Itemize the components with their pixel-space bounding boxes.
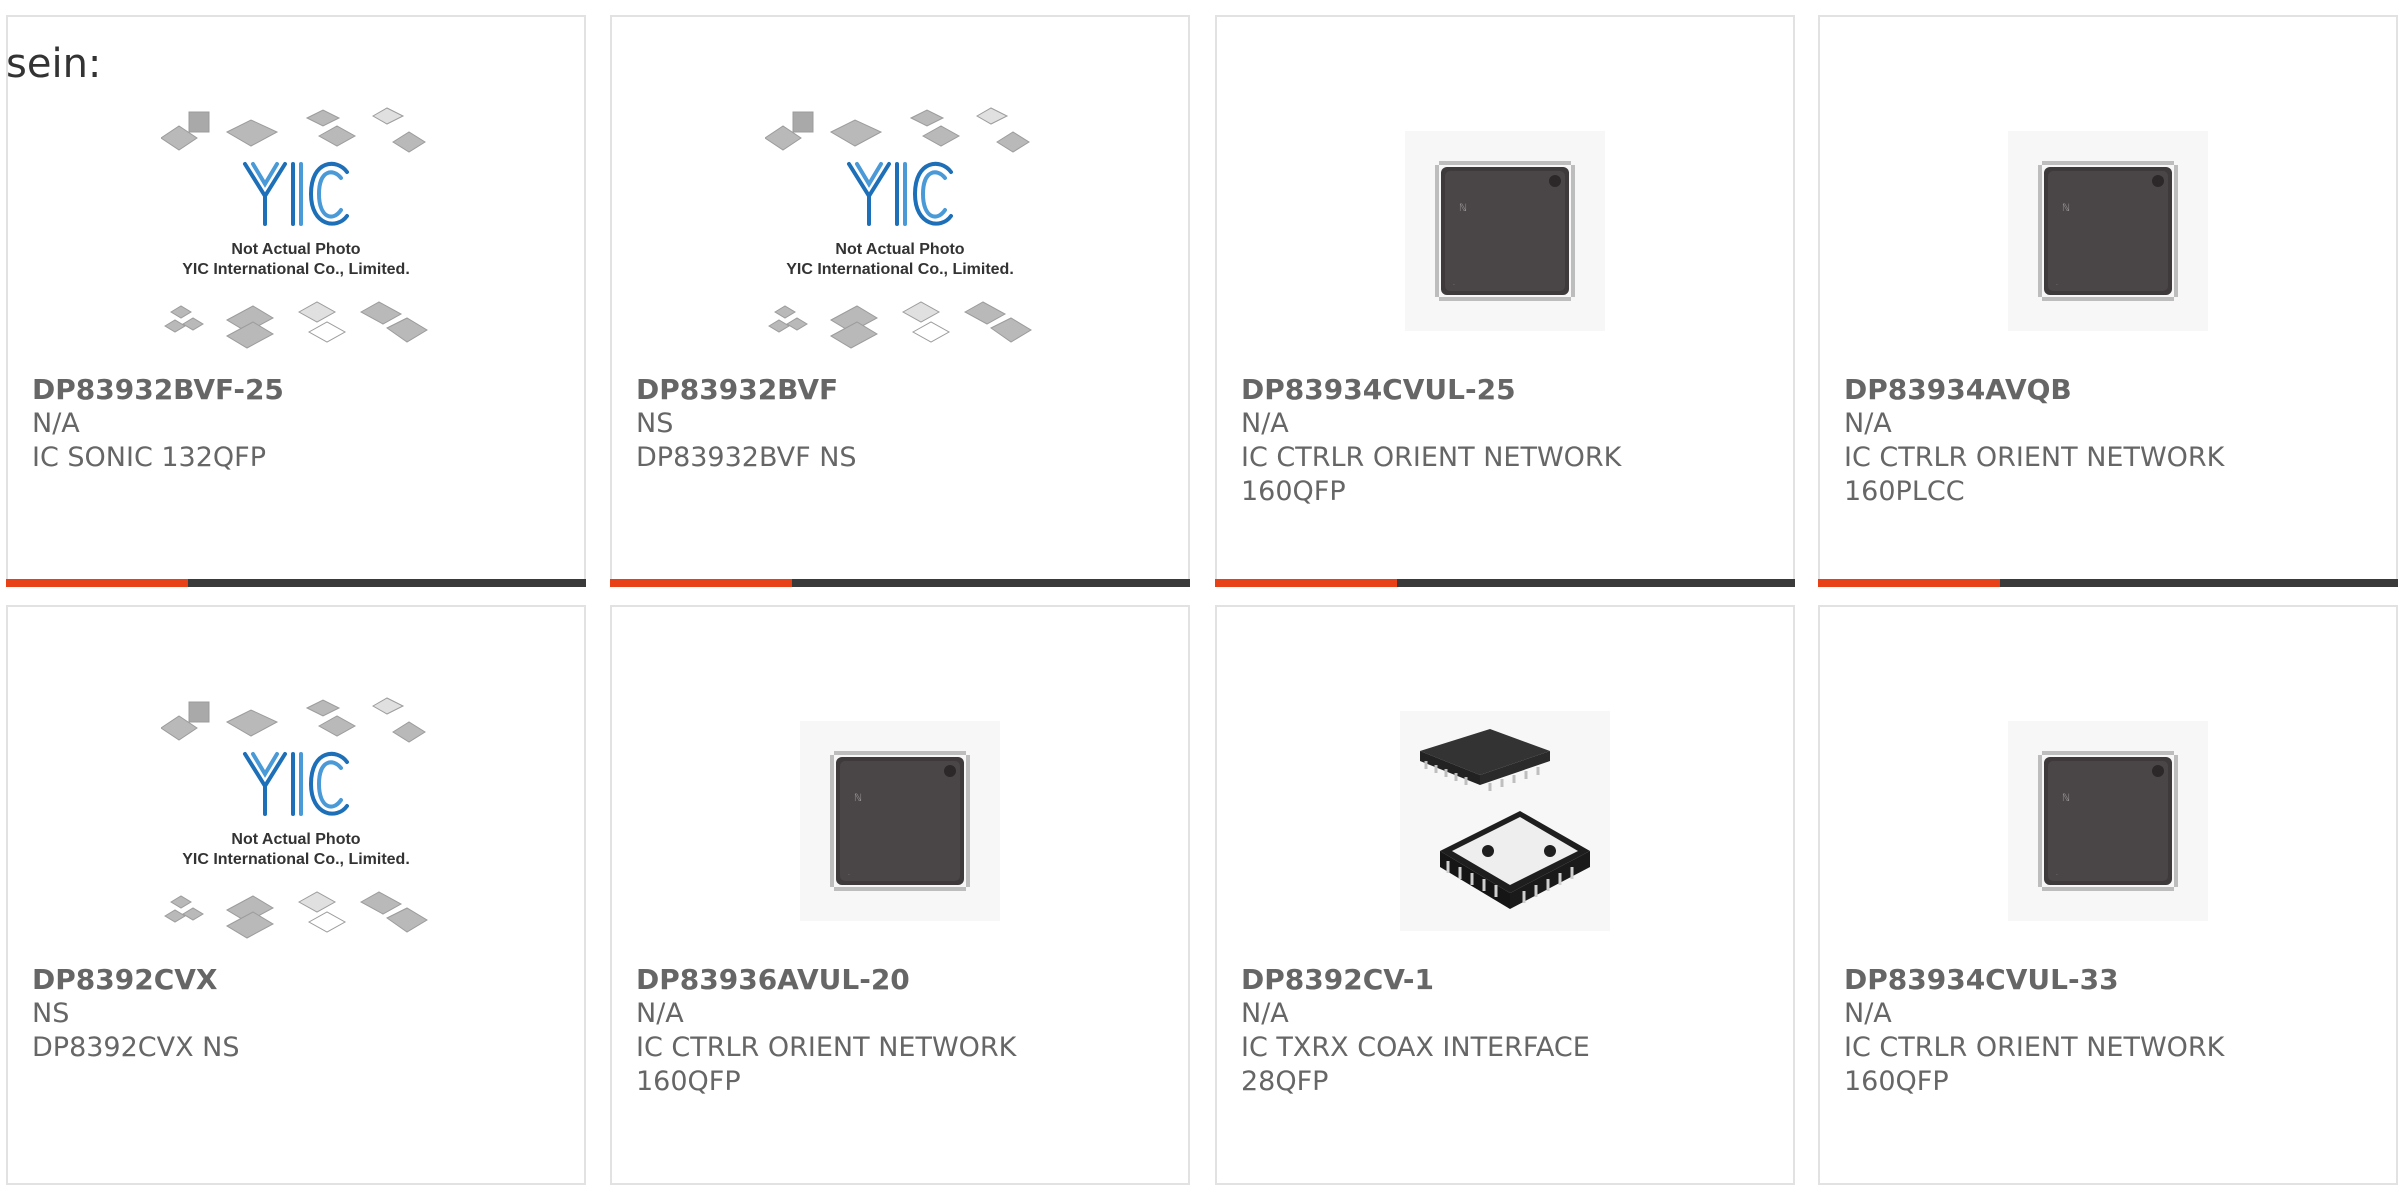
- description-label: DP8392CVX NS: [32, 1032, 240, 1063]
- part-number-link[interactable]: DP83932BVF-25: [32, 373, 564, 407]
- product-card[interactable]: ℕ · DP83936AVUL-20 N/A IC CTRLR ORIENT NET…: [610, 605, 1190, 1185]
- product-card[interactable]: ℕ · DP83934AVQB N/A IC CTRLR ORIENT NETWOR…: [1818, 15, 2398, 587]
- card-accent-bar: [1215, 579, 1397, 587]
- product-info: DP83932BVF NS DP83932BVF NS: [636, 373, 1168, 475]
- placeholder-caption-line1: Not Actual Photo: [231, 241, 360, 258]
- product-info: DP83934AVQB N/A IC CTRLR ORIENT NETWORK 16…: [1844, 373, 2376, 509]
- manufacturer-label: N/A: [636, 998, 684, 1029]
- manufacturer-label: N/A: [1241, 408, 1289, 439]
- part-number-link[interactable]: DP83934CVUL-33: [1844, 963, 2376, 997]
- manufacturer-label: NS: [636, 408, 674, 439]
- manufacturer-label: N/A: [1844, 998, 1892, 1029]
- card-bottom-bar: [1215, 579, 1795, 587]
- placeholder-logo-icon[interactable]: Not Actual Photo YIC International Co., …: [8, 687, 584, 955]
- svg-text:·: ·: [2056, 872, 2058, 879]
- svg-text:·: ·: [848, 872, 850, 879]
- part-number-link[interactable]: DP83934CVUL-25: [1241, 373, 1773, 407]
- manufacturer-label: N/A: [1241, 998, 1289, 1029]
- placeholder-caption-line1: Not Actual Photo: [835, 241, 964, 258]
- qfp-chip-icon[interactable]: ℕ ·: [612, 687, 1188, 955]
- svg-text:·: ·: [2056, 282, 2058, 289]
- product-card[interactable]: ℕ · DP83934CVUL-25 N/A IC CTRLR ORIENT NET…: [1215, 15, 1795, 587]
- description-label: IC TXRX COAX INTERFACE 28QFP: [1241, 1032, 1590, 1097]
- manufacturer-label: NS: [32, 998, 70, 1029]
- product-card[interactable]: Not Actual Photo YIC International Co., …: [6, 605, 586, 1185]
- product-card[interactable]: ℕ · DP83934CVUL-33 N/A IC CTRLR ORIENT NET…: [1818, 605, 2398, 1185]
- description-label: IC CTRLR ORIENT NETWORK 160QFP: [636, 1032, 1017, 1097]
- product-card[interactable]: Not Actual Photo YIC International Co., …: [610, 15, 1190, 587]
- card-accent-bar: [610, 579, 792, 587]
- part-number-link[interactable]: DP83932BVF: [636, 373, 1168, 407]
- description-label: IC CTRLR ORIENT NETWORK 160QFP: [1241, 442, 1622, 507]
- part-number-link[interactable]: DP8392CV-1: [1241, 963, 1773, 997]
- card-accent-bar: [1818, 579, 2000, 587]
- plcc-chip-icon[interactable]: [1217, 687, 1793, 955]
- svg-text:ℕ: ℕ: [2062, 793, 2070, 804]
- intro-text: sein:: [6, 41, 102, 87]
- qfp-chip-icon[interactable]: ℕ ·: [1217, 97, 1793, 365]
- placeholder-caption-line2: YIC International Co., Limited.: [786, 261, 1014, 278]
- qfp-chip-icon[interactable]: ℕ ·: [1820, 97, 2396, 365]
- product-info: DP83934CVUL-25 N/A IC CTRLR ORIENT NETWORK…: [1241, 373, 1773, 509]
- card-bottom-bar: [6, 579, 586, 587]
- placeholder-logo-icon[interactable]: Not Actual Photo YIC International Co., …: [8, 97, 584, 365]
- card-bottom-bar: [1818, 579, 2398, 587]
- svg-text:ℕ: ℕ: [1459, 203, 1467, 214]
- product-info: DP83936AVUL-20 N/A IC CTRLR ORIENT NETWORK…: [636, 963, 1168, 1099]
- qfp-chip-icon[interactable]: ℕ ·: [1820, 687, 2396, 955]
- product-info: DP8392CV-1 N/A IC TXRX COAX INTERFACE 28QF…: [1241, 963, 1773, 1099]
- manufacturer-label: N/A: [1844, 408, 1892, 439]
- part-number-link[interactable]: DP8392CVX: [32, 963, 564, 997]
- description-label: DP83932BVF NS: [636, 442, 857, 473]
- card-accent-bar: [6, 579, 188, 587]
- svg-text:·: ·: [1453, 282, 1455, 289]
- product-info: DP83932BVF-25 N/A IC SONIC 132QFP: [32, 373, 564, 475]
- description-label: IC CTRLR ORIENT NETWORK 160QFP: [1844, 1032, 2225, 1097]
- description-label: IC SONIC 132QFP: [32, 442, 266, 473]
- product-info: DP8392CVX NS DP8392CVX NS: [32, 963, 564, 1065]
- manufacturer-label: N/A: [32, 408, 80, 439]
- part-number-link[interactable]: DP83936AVUL-20: [636, 963, 1168, 997]
- placeholder-caption-line2: YIC International Co., Limited.: [182, 851, 410, 868]
- placeholder-logo-icon[interactable]: Not Actual Photo YIC International Co., …: [612, 97, 1188, 365]
- svg-text:ℕ: ℕ: [854, 793, 862, 804]
- svg-text:ℕ: ℕ: [2062, 203, 2070, 214]
- placeholder-caption-line2: YIC International Co., Limited.: [182, 261, 410, 278]
- product-card[interactable]: DP8392CV-1 N/A IC TXRX COAX INTERFACE 28QF…: [1215, 605, 1795, 1185]
- part-number-link[interactable]: DP83934AVQB: [1844, 373, 2376, 407]
- product-info: DP83934CVUL-33 N/A IC CTRLR ORIENT NETWORK…: [1844, 963, 2376, 1099]
- description-label: IC CTRLR ORIENT NETWORK 160PLCC: [1844, 442, 2225, 507]
- product-card[interactable]: Not Actual Photo YIC International Co., …: [6, 15, 586, 587]
- card-bottom-bar: [610, 579, 1190, 587]
- placeholder-caption-line1: Not Actual Photo: [231, 831, 360, 848]
